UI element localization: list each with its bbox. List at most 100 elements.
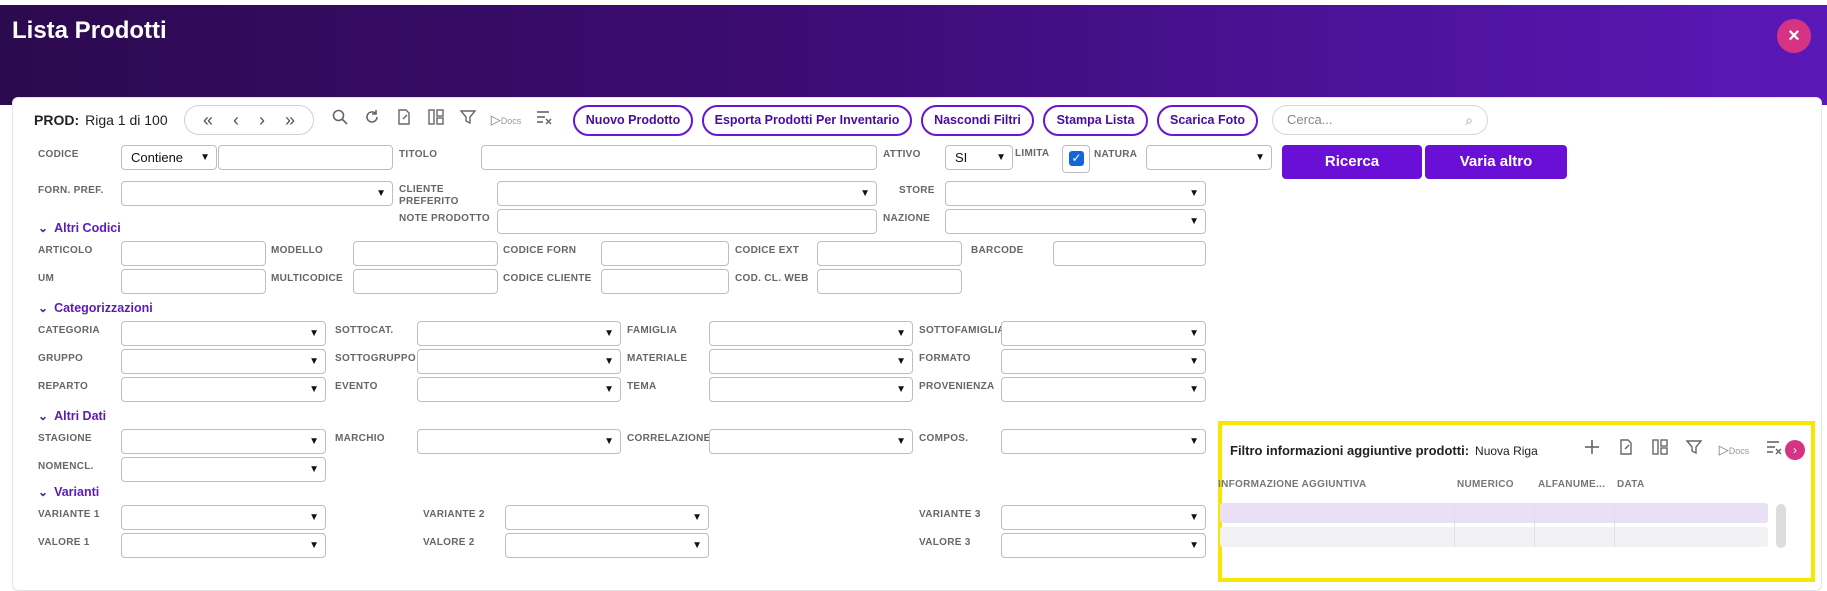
search-icon: ⌕ [1465,112,1473,128]
forn-pref-select[interactable]: ▼ [121,181,393,206]
table-row[interactable] [1220,527,1768,547]
formato-select[interactable]: ▼ [1001,349,1206,374]
codice-ext-input[interactable] [817,241,962,266]
label-limita: LIMITA [1015,148,1050,159]
titolo-input[interactable] [481,145,877,170]
section-altri-codici[interactable]: ⌄ Altri Codici [38,221,121,235]
label-titolo: TITOLO [399,149,438,160]
sottogruppo-select[interactable]: ▼ [417,349,621,374]
page: Lista Prodotti × PROD: Riga 1 di 100 « ‹ … [0,0,1827,591]
section-varianti[interactable]: ⌄ Varianti [38,485,99,499]
new-product-button[interactable]: Nuovo Prodotto [573,105,693,136]
correlazione-select[interactable]: ▼ [709,429,913,454]
layout-icon[interactable] [1648,438,1672,462]
print-list-button[interactable]: Stampa Lista [1043,105,1148,136]
filter-icon[interactable] [1682,438,1706,462]
sottocat-select[interactable]: ▼ [417,321,621,346]
chevron-down-icon: ⌄ [38,485,49,499]
filter-icon[interactable] [456,108,480,132]
valore2-select[interactable]: ▼ [505,533,709,558]
varia-altro-button[interactable]: Varia altro [1425,145,1567,179]
clear-filter-icon[interactable] [1762,438,1786,462]
sottofamiglia-select[interactable]: ▼ [1001,321,1206,346]
prev-record-button[interactable]: ‹ [233,110,239,131]
gruppo-select[interactable]: ▼ [121,349,326,374]
attivo-select[interactable]: SI ▼ [945,145,1013,170]
articolo-input[interactable] [121,241,266,266]
label-articolo: ARTICOLO [38,245,93,256]
marchio-select[interactable]: ▼ [417,429,621,454]
valore3-select[interactable]: ▼ [1001,533,1206,558]
export-inventory-button[interactable]: Esporta Prodotti Per Inventario [702,105,912,136]
note-prodotto-input[interactable] [497,209,877,234]
multicodice-input[interactable] [353,269,498,294]
refresh-icon[interactable] [360,108,384,132]
nazione-select[interactable]: ▼ [945,209,1206,234]
section-altri-dati[interactable]: ⌄ Altri Dati [38,409,106,423]
table-row[interactable] [1220,503,1768,523]
variante2-select[interactable]: ▼ [505,505,709,530]
download-photos-button[interactable]: Scarica Foto [1157,105,1258,136]
cliente-preferito-select[interactable]: ▼ [497,181,877,206]
check-icon: ✓ [1069,151,1084,166]
first-record-button[interactable]: « [203,110,213,131]
reparto-select[interactable]: ▼ [121,377,326,402]
provenienza-select[interactable]: ▼ [1001,377,1206,402]
section-categorizzazioni[interactable]: ⌄ Categorizzazioni [38,301,153,315]
compos-select[interactable]: ▼ [1001,429,1206,454]
plus-icon[interactable] [1580,438,1604,462]
export-icon[interactable] [392,108,416,132]
codice-forn-input[interactable] [601,241,729,266]
next-record-button[interactable]: › [259,110,265,131]
hide-filters-button[interactable]: Nascondi Filtri [921,105,1034,136]
nomencl-select[interactable]: ▼ [121,457,326,482]
label-valore3: VALORE 3 [919,537,971,548]
layout-icon[interactable] [424,108,448,132]
sub-grid-title: Filtro informazioni aggiuntive prodotti:… [1230,443,1538,458]
ricerca-button[interactable]: Ricerca [1282,145,1422,179]
vertical-scrollbar[interactable] [1776,504,1786,548]
label-barcode: BARCODE [971,245,1024,256]
codice-mode-select[interactable]: Contiene ▼ [121,145,217,170]
variante1-select[interactable]: ▼ [121,505,326,530]
label-variante3: VARIANTE 3 [919,509,981,520]
col-numerico[interactable]: NUMERICO [1457,479,1514,490]
record-prefix: PROD: [34,112,80,128]
barcode-input[interactable] [1053,241,1206,266]
search-icon[interactable] [328,108,352,132]
label-codice-ext: CODICE EXT [735,245,800,256]
label-reparto: REPARTO [38,381,89,392]
last-record-button[interactable]: » [285,110,295,131]
variante3-select[interactable]: ▼ [1001,505,1206,530]
store-select[interactable]: ▼ [945,181,1206,206]
modello-input[interactable] [353,241,498,266]
stagione-select[interactable]: ▼ [121,429,326,454]
tema-select[interactable]: ▼ [709,377,913,402]
docs-icon[interactable]: ▷Docs [488,108,524,132]
docs-icon[interactable]: ▷Docs [1716,438,1752,462]
col-informazione-aggiuntiva[interactable]: INFORMAZIONE AGGIUNTIVA [1218,479,1367,490]
natura-select[interactable]: ▼ [1146,145,1272,170]
um-input[interactable] [121,269,266,294]
col-alfanumerico[interactable]: ALFANUME... [1538,479,1605,490]
export-icon[interactable] [1614,438,1638,462]
close-button[interactable]: × [1777,19,1811,53]
cod-cl-web-input[interactable] [817,269,962,294]
label-nazione: NAZIONE [883,213,931,224]
sub-grid-mode: Nuova Riga [1475,444,1538,458]
evento-select[interactable]: ▼ [417,377,621,402]
search-input[interactable]: Cerca... ⌕ [1272,105,1488,135]
col-data[interactable]: DATA [1617,479,1645,490]
materiale-select[interactable]: ▼ [709,349,913,374]
categoria-select[interactable]: ▼ [121,321,326,346]
codice-cliente-input[interactable] [601,269,729,294]
codice-input[interactable] [218,145,393,170]
chevron-right-icon[interactable]: › [1785,440,1805,460]
record-label: Riga 1 di 100 [85,112,168,128]
label-categoria: CATEGORIA [38,325,100,336]
famiglia-select[interactable]: ▼ [709,321,913,346]
valore1-select[interactable]: ▼ [121,533,326,558]
limita-checkbox[interactable]: ✓ [1062,145,1090,173]
label-codice-forn: CODICE FORN [503,245,577,256]
clear-filter-icon[interactable] [532,108,556,132]
